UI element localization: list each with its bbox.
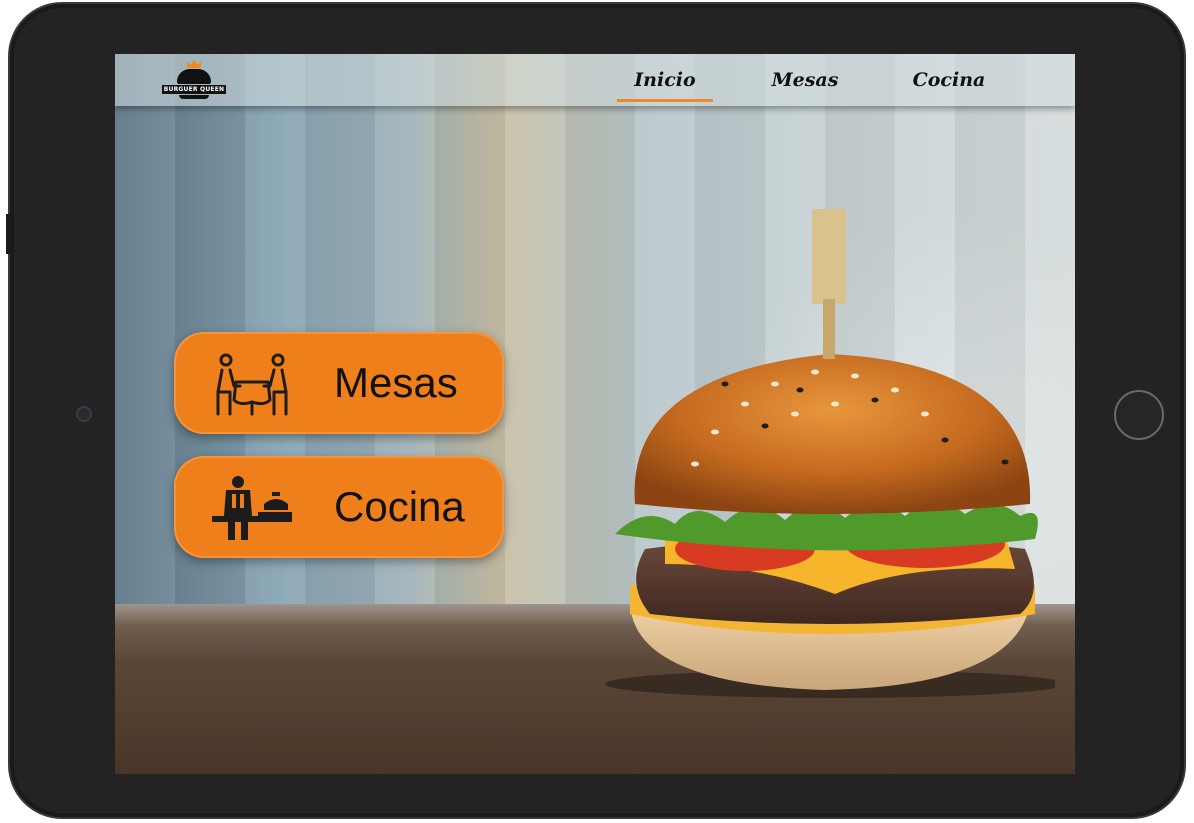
burger-logo-icon: [177, 69, 211, 84]
front-camera: [76, 406, 92, 422]
home-button[interactable]: [1114, 390, 1164, 440]
crown-icon: [187, 60, 201, 68]
volume-button: [6, 214, 10, 254]
cocina-button[interactable]: Cocina: [174, 456, 504, 558]
chef-cooking-icon: [212, 476, 292, 540]
mesas-button[interactable]: Mesas: [174, 332, 504, 434]
burger-image: [605, 209, 1055, 698]
nav-inicio[interactable]: Inicio: [617, 66, 713, 102]
mesas-label: Mesas: [334, 359, 458, 406]
cocina-label: Cocina: [334, 483, 465, 530]
brand-logo[interactable]: BURGUER QUEEN: [161, 58, 227, 102]
app-screen: BURGUER QUEEN Inicio Mesas Cocina Mesas: [115, 54, 1075, 774]
nav-mesas[interactable]: Mesas: [757, 66, 853, 102]
top-navbar: BURGUER QUEEN Inicio Mesas Cocina: [115, 54, 1075, 106]
dining-table-icon: [216, 353, 288, 416]
nav-cocina[interactable]: Cocina: [901, 66, 997, 102]
logo-base: [179, 95, 209, 99]
logo-text: BURGUER QUEEN: [161, 85, 227, 94]
